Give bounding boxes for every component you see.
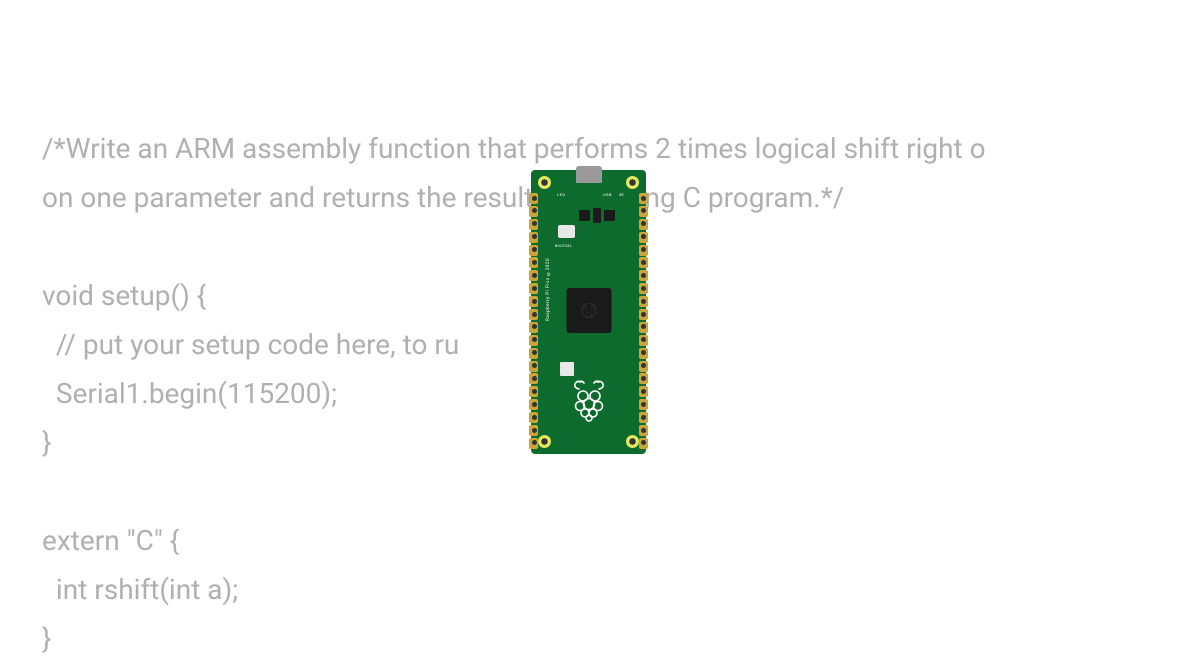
bootsel-label: BOOTSEL bbox=[555, 244, 572, 248]
code-line: void setup() { bbox=[42, 279, 206, 312]
mounting-hole-icon bbox=[538, 176, 551, 189]
rp2040-chip-icon bbox=[566, 288, 611, 333]
code-line: on one parameter and returns the result … bbox=[42, 181, 844, 214]
mounting-hole-icon bbox=[538, 435, 551, 448]
code-line: } bbox=[42, 622, 51, 655]
small-chip-icon bbox=[593, 208, 601, 223]
mounting-hole-icon bbox=[626, 176, 639, 189]
code-line: Serial1.begin(115200); bbox=[42, 377, 337, 410]
raspberry-pi-logo-icon bbox=[571, 378, 607, 426]
code-line: /*Write an ARM assembly function that pe… bbox=[42, 132, 986, 165]
raspberry-pi-pico-board: LED USB 35 BOOTSEL Raspberry Pi Pico ©20… bbox=[531, 170, 646, 454]
small-chip-icon bbox=[579, 210, 590, 221]
small-component-icon bbox=[560, 362, 574, 376]
code-line: extern "C" { bbox=[42, 524, 179, 557]
usb-label: USB bbox=[603, 192, 612, 197]
usb-connector bbox=[576, 166, 602, 183]
pin-marker: 35 bbox=[619, 192, 624, 197]
led-label: LED bbox=[557, 192, 566, 197]
code-line: int rshift(int a); bbox=[42, 573, 238, 606]
code-block: /*Write an ARM assembly function that pe… bbox=[42, 75, 986, 663]
mounting-hole-icon bbox=[626, 435, 639, 448]
pcb-body: LED USB 35 BOOTSEL Raspberry Pi Pico ©20… bbox=[531, 170, 646, 454]
code-line: } bbox=[42, 426, 51, 459]
bootsel-button-icon bbox=[558, 225, 575, 238]
chip-logo-icon bbox=[566, 288, 611, 333]
board-side-text: Raspberry Pi Pico ©2020 bbox=[547, 258, 552, 321]
code-line: // put your setup code here, to ru bbox=[42, 328, 459, 361]
gpio-pins-right bbox=[639, 193, 648, 449]
gpio-pins-left bbox=[529, 193, 538, 449]
small-chip-icon bbox=[604, 210, 615, 221]
